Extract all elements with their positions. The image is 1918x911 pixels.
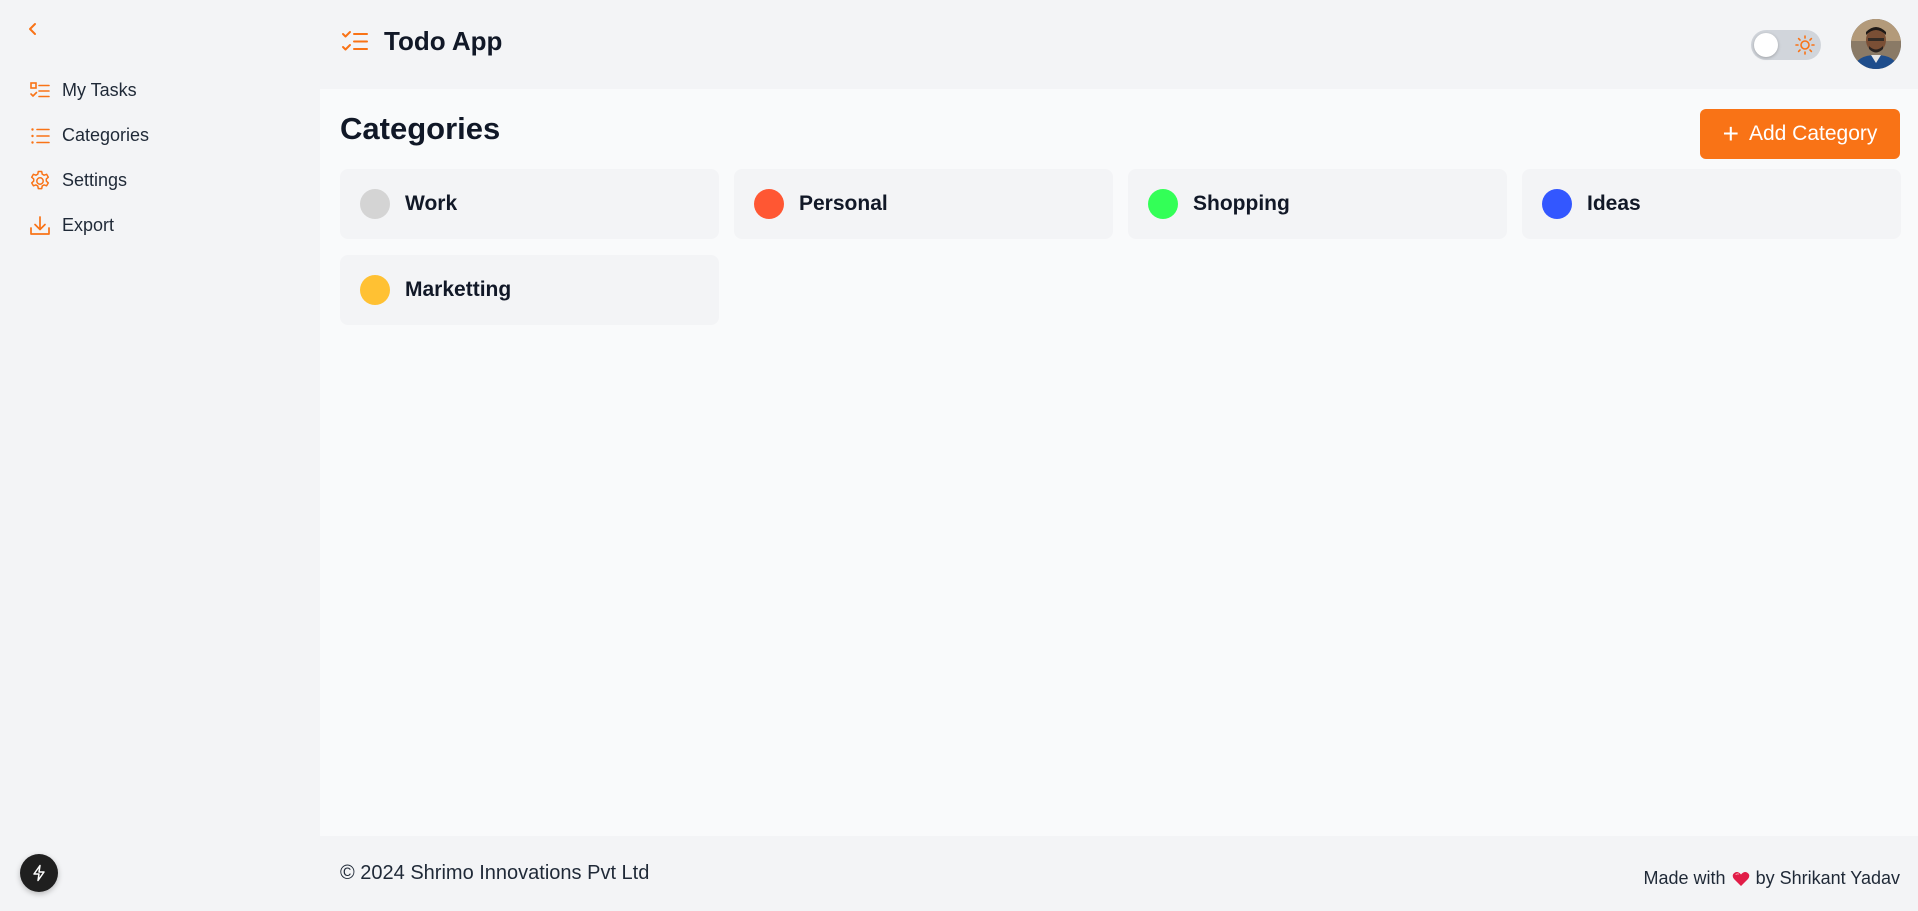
sidebar-item-my-tasks[interactable]: My Tasks	[28, 68, 298, 113]
task-list-icon	[26, 77, 54, 105]
category-color-dot	[360, 275, 390, 305]
sun-icon	[1795, 35, 1815, 55]
made-with-text: Made with	[1643, 868, 1726, 888]
avatar[interactable]	[1851, 19, 1901, 69]
category-color-dot	[1148, 189, 1178, 219]
gear-icon	[26, 167, 54, 195]
collapse-sidebar-button[interactable]	[22, 18, 44, 40]
category-name: Shopping	[1193, 192, 1290, 215]
bolt-icon	[33, 864, 45, 882]
add-category-button[interactable]: + Add Category	[1700, 109, 1900, 159]
brand: Todo App	[340, 26, 502, 57]
sidebar-item-categories[interactable]: Categories	[28, 113, 298, 158]
category-grid: Work Personal Shopping Ideas Marketting	[340, 169, 1901, 325]
category-color-dot	[1542, 189, 1572, 219]
sidebar-item-label: My Tasks	[62, 80, 137, 100]
category-color-dot	[754, 189, 784, 219]
download-icon	[26, 212, 54, 240]
author-text: by Shrikant Yadav	[1755, 868, 1900, 888]
category-name: Ideas	[1587, 192, 1641, 215]
plus-icon: +	[1722, 118, 1739, 149]
bolt-button[interactable]	[20, 854, 58, 892]
category-card-personal[interactable]: Personal	[734, 169, 1113, 239]
sidebar: My Tasks Categories Settings Export	[0, 0, 320, 911]
category-card-ideas[interactable]: Ideas	[1522, 169, 1901, 239]
category-name: Work	[405, 192, 458, 215]
sidebar-item-label: Categories	[62, 125, 150, 145]
category-card-work[interactable]: Work	[340, 169, 719, 239]
add-category-label: Add Category	[1748, 122, 1878, 145]
app-title: Todo App	[384, 26, 503, 56]
todo-checklist-icon	[340, 27, 370, 57]
chevron-left-icon	[29, 23, 36, 35]
sidebar-item-label: Export	[62, 215, 115, 235]
app-root: My Tasks Categories Settings Export Todo…	[0, 0, 1918, 911]
sidebar-item-settings[interactable]: Settings	[28, 158, 298, 203]
main-content: Categories + Add Category Work Personal …	[320, 89, 1918, 836]
heart-icon	[1732, 871, 1750, 887]
theme-toggle[interactable]	[1751, 30, 1821, 60]
top-header: Todo App	[320, 0, 1918, 89]
sidebar-nav: My Tasks Categories Settings Export	[28, 68, 298, 248]
made-with: Made with by Shrikant Yadav	[1644, 868, 1900, 889]
category-name: Personal	[799, 192, 888, 215]
category-card-shopping[interactable]: Shopping	[1128, 169, 1507, 239]
category-name: Marketting	[405, 278, 512, 301]
copyright-text: © 2024 Shrimo Innovations Pvt Ltd	[340, 862, 650, 884]
sidebar-item-export[interactable]: Export	[28, 203, 298, 248]
list-icon	[26, 122, 54, 150]
toggle-knob	[1754, 33, 1778, 57]
sidebar-item-label: Settings	[62, 170, 128, 190]
footer: © 2024 Shrimo Innovations Pvt Ltd Made w…	[320, 836, 1918, 911]
category-color-dot	[360, 189, 390, 219]
category-card-marketting[interactable]: Marketting	[340, 255, 719, 325]
page-title: Categories	[340, 111, 501, 146]
